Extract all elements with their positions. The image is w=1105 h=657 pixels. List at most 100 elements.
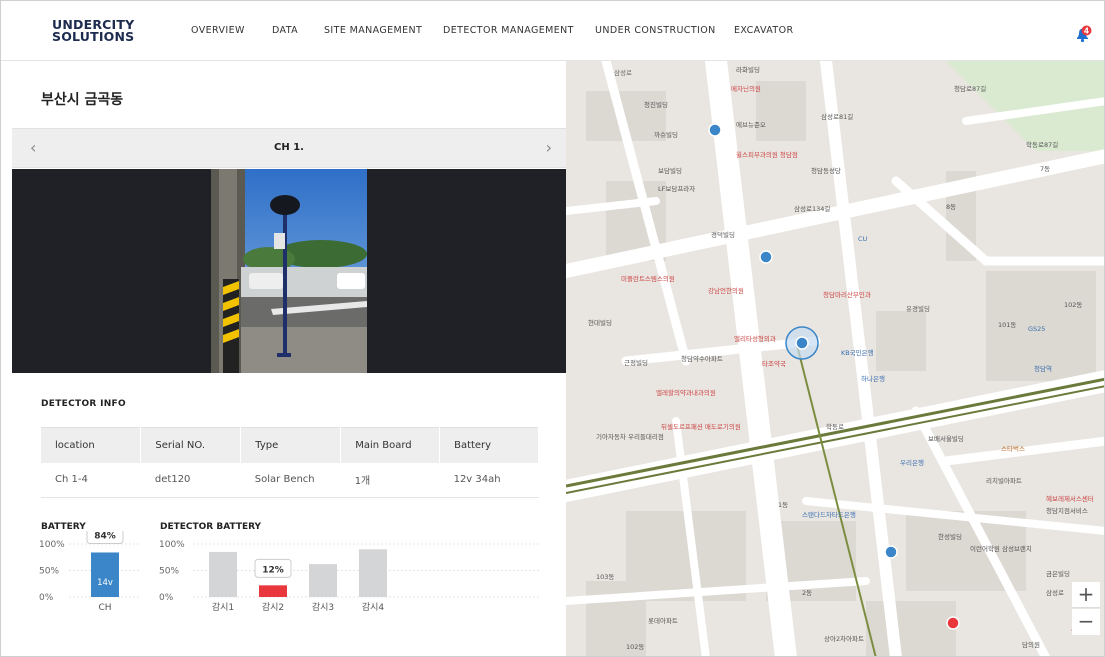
- map-label: 101동: [998, 321, 1016, 329]
- notification-bell-icon[interactable]: 4: [1073, 25, 1093, 45]
- channel-label: CH 1.: [274, 142, 304, 153]
- channel-selector: ‹ CH 1. ›: [12, 128, 566, 168]
- col-serial-no: Serial NO.: [140, 427, 242, 463]
- table-row[interactable]: Ch 1-4 det120 Solar Bench 1개 12v 34ah: [41, 462, 539, 498]
- map-label: 엘리타성형외과: [734, 334, 776, 343]
- detector-category-label: 감시2: [262, 601, 284, 613]
- alert-detector-marker[interactable]: [946, 616, 960, 630]
- map-label: 담의원: [1022, 640, 1040, 649]
- col-battery: Battery: [439, 427, 539, 463]
- map-label: 청담로87길: [954, 85, 986, 93]
- camera-view: [12, 169, 566, 373]
- battery-bar[interactable]: [91, 552, 119, 597]
- detector-info-table: location Serial NO. Type Main Board Batt…: [41, 427, 539, 498]
- battery-bar-label: 14v: [97, 578, 113, 588]
- detector-battery-chart: 100% 50% 0% 감시1 감시2 감시3 감시4 12%: [159, 540, 539, 613]
- map-label: GS25: [1028, 325, 1045, 333]
- cell-main-board: 1개: [340, 462, 440, 498]
- map-label: 7동: [1040, 165, 1050, 173]
- detector-tooltip-text: 12%: [262, 565, 284, 575]
- brand-logo[interactable]: UNDERCITY SOLUTIONS: [52, 18, 135, 44]
- map-label: 윌스피부과의원 청담점: [736, 150, 798, 159]
- map-label: 현대빌딩: [588, 318, 612, 327]
- map-label: 삼성로: [614, 68, 632, 77]
- site-detail-panel: 부산시 금곡동 ‹ CH 1. › DETECTOR INFO location…: [1, 61, 566, 656]
- map-label: 한성빌딩: [938, 532, 962, 541]
- map-label: 2동: [802, 589, 812, 597]
- cell-serial-no: det120: [140, 462, 241, 498]
- map-label: 스탠다드차타드은행: [802, 510, 856, 519]
- top-header: UNDERCITY SOLUTIONS OVERVIEW DATA SITE M…: [1, 1, 1104, 61]
- map-label: 청담역: [1034, 364, 1052, 373]
- battery-tooltip-text: 84%: [94, 531, 116, 541]
- logo-line-2: SOLUTIONS: [52, 29, 135, 44]
- map-label: 청담약수아파트: [681, 354, 723, 363]
- battery-ytick: 50%: [39, 567, 59, 577]
- detector-site-photo: [211, 169, 367, 373]
- notification-count: 4: [1084, 26, 1089, 35]
- map-label: 청담지점서비스: [1046, 506, 1088, 515]
- map-label: 롯데아파트: [648, 616, 678, 625]
- detector-category-label: 감시3: [312, 601, 334, 613]
- detector-battery-bar[interactable]: [259, 585, 287, 597]
- cell-location: Ch 1-4: [41, 462, 141, 498]
- map-label: 엘레할의약과내과의원: [656, 388, 716, 397]
- battery-charts: 100%50%0%14vCH84% 100%50%0%감시1 감시2 감시3 감시41…: [39, 531, 539, 613]
- battery-ytick: 100%: [39, 540, 65, 550]
- map-label: 메자닌의원: [731, 84, 761, 93]
- selected-detector-marker[interactable]: [795, 336, 809, 350]
- map-zoom-out-button[interactable]: −: [1072, 609, 1100, 635]
- map-label: 학동로: [826, 422, 844, 431]
- map-label: 보배서울빌딩: [928, 434, 964, 443]
- table-header-row: location Serial NO. Type Main Board Batt…: [41, 427, 539, 463]
- detector-ytick: 100%: [159, 540, 185, 550]
- map-zoom-in-button[interactable]: +: [1072, 582, 1100, 608]
- next-channel-button[interactable]: ›: [546, 138, 552, 157]
- map-label: 하나은행: [861, 374, 885, 383]
- col-location: location: [41, 427, 142, 463]
- nav-item-detector-management[interactable]: DETECTOR MANAGEMENT: [443, 25, 574, 36]
- map-label: 미플란트스템스의원: [621, 274, 675, 283]
- detector-marker[interactable]: [759, 250, 773, 264]
- detector-marker[interactable]: [708, 123, 722, 137]
- map-label: 타조약국: [762, 359, 786, 368]
- col-main-board: Main Board: [340, 427, 441, 463]
- map-canvas[interactable]: 삼성로 라화빌딩청담로87길메자닌의원청진빌딩에브뉴준오학동로87길까슈빌딩삼성로…: [566, 61, 1105, 657]
- map-label: 삼성로134길: [794, 204, 830, 213]
- map-label: 유경빌딩: [906, 304, 930, 313]
- detector-marker[interactable]: [884, 545, 898, 559]
- map-label: 근정빌딩: [624, 358, 648, 367]
- nav-item-site-management[interactable]: SITE MANAGEMENT: [324, 25, 422, 36]
- detector-battery-bar[interactable]: [209, 551, 237, 597]
- map-label: 혜보레제서스센터: [1046, 494, 1094, 503]
- nav-item-data[interactable]: DATA: [272, 25, 298, 36]
- nav-item-overview[interactable]: OVERVIEW: [191, 25, 245, 36]
- app-frame: UNDERCITY SOLUTIONS OVERVIEW DATA SITE M…: [0, 0, 1105, 657]
- map-label: 보담빌딩: [658, 166, 682, 175]
- battery-ytick: 0%: [39, 593, 54, 603]
- nav-item-excavator[interactable]: EXCAVATOR: [734, 25, 793, 36]
- map-label: 금은빌딩: [1046, 569, 1070, 578]
- map-label: 102동: [626, 643, 644, 651]
- col-type: Type: [240, 427, 342, 463]
- map-label: CU: [858, 235, 868, 243]
- detector-category-label: 감시4: [362, 601, 385, 613]
- map-label: 8동: [946, 203, 956, 211]
- detector-battery-bar[interactable]: [359, 549, 387, 597]
- map-label: 강남언한의원: [708, 286, 744, 295]
- detector-battery-bar[interactable]: [309, 564, 337, 597]
- map-label: KB국민은행: [841, 348, 874, 357]
- battery-category-label: CH: [98, 603, 111, 613]
- nav-item-under-construction[interactable]: UNDER CONSTRUCTION: [595, 25, 716, 36]
- cell-type: Solar Bench: [240, 462, 341, 498]
- battery-chart: 100% 50% 0% 14v CH 84%: [39, 531, 141, 613]
- map-label: 학동로87길: [1026, 140, 1058, 149]
- map-label: 에브뉴준오: [736, 120, 766, 129]
- map-label: 102동: [1064, 301, 1082, 309]
- map-label: 우리은행: [900, 458, 924, 467]
- map-label: 라화빌딩: [736, 65, 760, 74]
- map-label: 경덕빌딩: [711, 230, 735, 239]
- site-title: 부산시 금곡동: [41, 92, 124, 108]
- map-label: 상아2차아파트: [824, 634, 864, 643]
- map-view[interactable]: 삼성로 라화빌딩 청담로87길 메자닌의원 청진빌딩 에브뉴준오 학동로87길 까슈빌딩 삼성로…: [566, 61, 1105, 657]
